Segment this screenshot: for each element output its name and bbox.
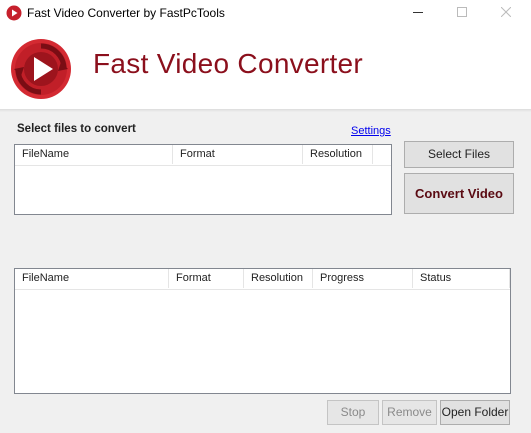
maximize-icon	[457, 7, 467, 17]
settings-link[interactable]: Settings	[351, 125, 391, 137]
app-logo-icon	[11, 39, 71, 99]
app-icon	[6, 5, 22, 21]
column-header-extra[interactable]	[373, 145, 391, 164]
conversion-queue-list[interactable]: FileName Format Resolution Progress Stat…	[14, 268, 511, 394]
select-files-button[interactable]: Select Files	[404, 141, 514, 168]
header-divider	[0, 109, 531, 112]
select-files-label: Select files to convert	[17, 123, 136, 135]
close-button[interactable]	[486, 0, 526, 26]
queue-list-header: FileName Format Resolution Progress Stat…	[15, 269, 510, 290]
close-icon	[501, 7, 511, 17]
maximize-button[interactable]	[442, 0, 482, 26]
column-header-filename[interactable]: FileName	[15, 269, 169, 288]
column-header-status[interactable]: Status	[413, 269, 510, 288]
convert-video-button[interactable]: Convert Video	[404, 173, 514, 214]
column-header-filename[interactable]: FileName	[15, 145, 173, 164]
column-header-format[interactable]: Format	[169, 269, 244, 288]
title-bar[interactable]: Fast Video Converter by FastPcTools	[0, 0, 531, 28]
remove-button[interactable]: Remove	[382, 400, 437, 425]
input-list-header: FileName Format Resolution	[15, 145, 391, 166]
window-title: Fast Video Converter by FastPcTools	[27, 6, 225, 20]
input-file-list[interactable]: FileName Format Resolution	[14, 144, 392, 215]
open-folder-button[interactable]: Open Folder	[440, 400, 510, 425]
minimize-icon	[413, 12, 423, 13]
minimize-button[interactable]	[398, 0, 438, 26]
column-header-resolution[interactable]: Resolution	[303, 145, 373, 164]
column-header-resolution[interactable]: Resolution	[244, 269, 313, 288]
column-header-format[interactable]: Format	[173, 145, 303, 164]
stop-button[interactable]: Stop	[327, 400, 379, 425]
app-name-title: Fast Video Converter	[93, 48, 364, 79]
column-header-progress[interactable]: Progress	[313, 269, 413, 288]
